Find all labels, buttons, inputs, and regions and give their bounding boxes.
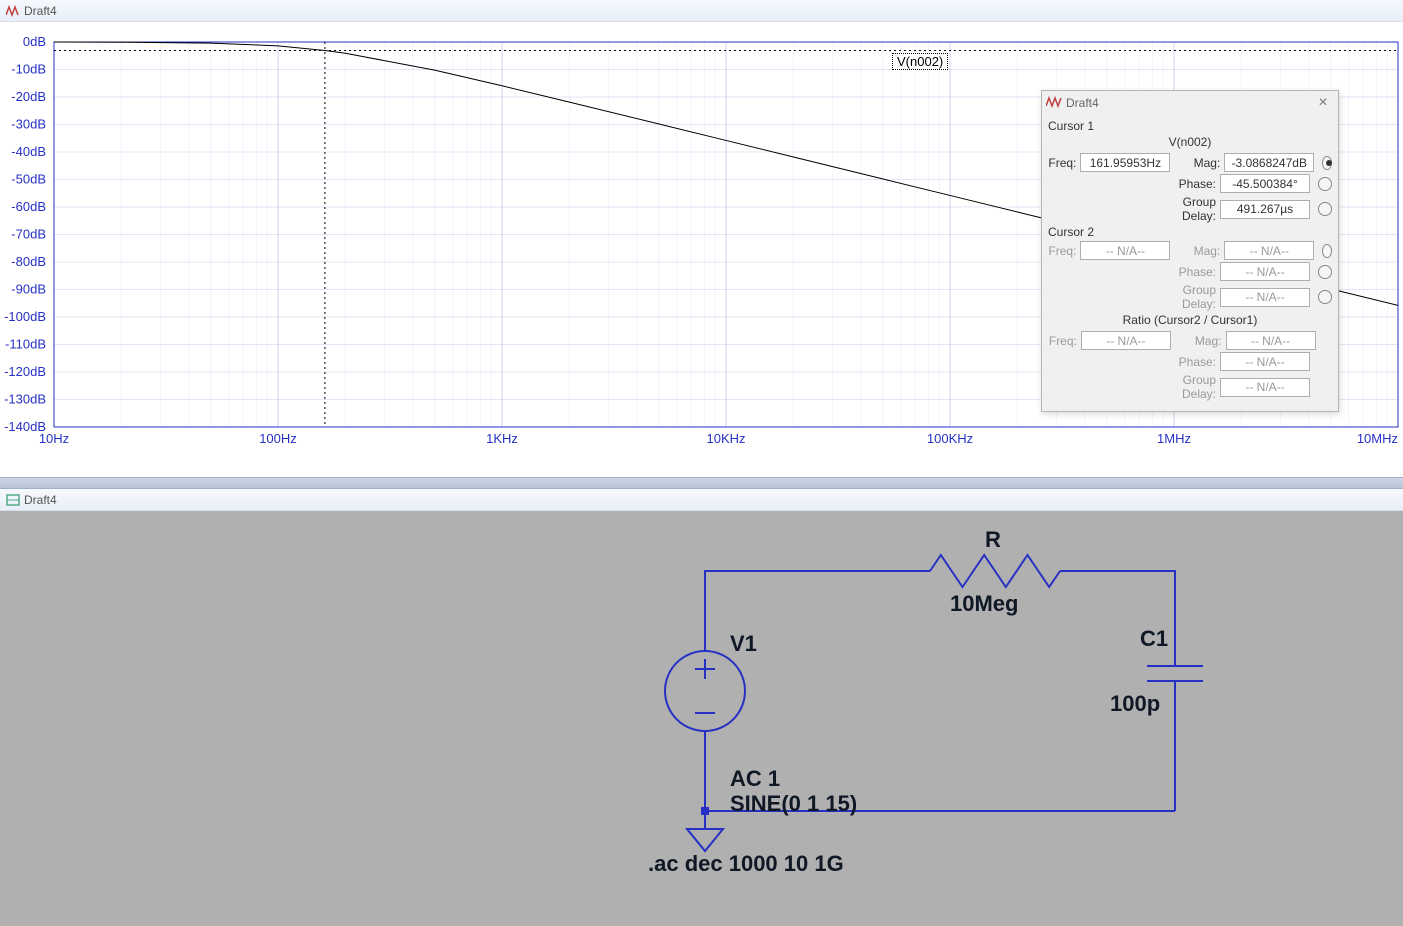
svg-text:-40dB: -40dB <box>11 144 46 159</box>
svg-text:R: R <box>985 527 1001 552</box>
app-root: Draft4 0dB -10dB -20dB -30dB -40dB -50dB -60dB… <box>0 0 1403 926</box>
phase-label: Phase: <box>1148 177 1220 191</box>
cursor-window-titlebar[interactable]: Draft4 × <box>1042 91 1338 115</box>
svg-text:-90dB: -90dB <box>11 282 46 297</box>
cursor2-heading: Cursor 2 <box>1048 225 1332 239</box>
waveform-icon <box>1046 96 1062 110</box>
svg-text:-50dB: -50dB <box>11 172 46 187</box>
svg-text:-130dB: -130dB <box>4 392 46 407</box>
cursor1-phase-input[interactable] <box>1220 174 1310 193</box>
trace-label[interactable]: V(n002) <box>892 53 948 70</box>
svg-text:10Hz: 10Hz <box>39 431 69 446</box>
plot-panel: 0dB -10dB -20dB -30dB -40dB -50dB -60dB -70dB -8… <box>0 22 1403 477</box>
phase-label: Phase: <box>1148 265 1220 279</box>
cursor-window[interactable]: Draft4 × Cursor 1 V(n002) Freq: Mag: <box>1041 90 1339 412</box>
svg-text:1MHz: 1MHz <box>1157 431 1191 446</box>
svg-text:0dB: 0dB <box>23 34 46 49</box>
cursor1-signal: V(n002) <box>1048 135 1332 149</box>
ratio-phase-input <box>1220 352 1310 371</box>
svg-text:1KHz: 1KHz <box>486 431 518 446</box>
svg-text:V1: V1 <box>730 631 757 656</box>
freq-label: Freq: <box>1048 156 1080 170</box>
cursor2-gd-radio[interactable] <box>1318 290 1332 304</box>
svg-text:-120dB: -120dB <box>4 364 46 379</box>
mag-label: Mag: <box>1176 244 1224 258</box>
cursor1-gd-input[interactable] <box>1220 200 1310 219</box>
schematic-panel-title: Draft4 <box>24 493 57 507</box>
ratio-gd-input <box>1220 378 1310 397</box>
svg-text:10KHz: 10KHz <box>706 431 745 446</box>
cursor1-freq-input[interactable] <box>1080 153 1170 172</box>
plot-panel-header[interactable]: Draft4 <box>0 0 1403 22</box>
close-icon[interactable]: × <box>1312 94 1334 112</box>
svg-text:-80dB: -80dB <box>11 254 46 269</box>
ratio-mag-input <box>1226 331 1316 350</box>
splitter-bar[interactable] <box>0 477 1403 489</box>
gd-label: Group Delay: <box>1148 373 1220 401</box>
svg-text:AC 1: AC 1 <box>730 766 780 791</box>
svg-text:-20dB: -20dB <box>11 89 46 104</box>
cursor1-phase-radio[interactable] <box>1318 177 1332 191</box>
cursor-window-body: Cursor 1 V(n002) Freq: Mag: Phase: <box>1042 115 1338 411</box>
schematic-canvas[interactable]: R 10Meg V1 C1 100p AC 1SINE(0 1 15) .ac dec 10… <box>0 511 1403 926</box>
svg-text:-30dB: -30dB <box>11 117 46 132</box>
cursor1-mag-input[interactable] <box>1224 153 1314 172</box>
ratio-heading: Ratio (Cursor2 / Cursor1) <box>1048 313 1332 327</box>
cursor1-mag-radio[interactable] <box>1322 156 1332 170</box>
svg-text:-70dB: -70dB <box>11 227 46 242</box>
phase-label: Phase: <box>1148 355 1220 369</box>
cursor2-freq-input[interactable] <box>1080 241 1170 260</box>
cursor2-mag-radio[interactable] <box>1322 244 1332 258</box>
cursor2-phase-radio[interactable] <box>1318 265 1332 279</box>
svg-text:-10dB: -10dB <box>11 62 46 77</box>
plot-panel-title: Draft4 <box>24 4 57 18</box>
freq-label: Freq: <box>1048 334 1081 348</box>
mag-label: Mag: <box>1176 156 1224 170</box>
cursor2-mag-input[interactable] <box>1224 241 1314 260</box>
schematic-panel: Draft4 R 10Meg V1 C1 100p AC 1SINE(0 1 15) .ac… <box>0 489 1403 926</box>
svg-text:SINE(0 1 15): SINE(0 1 15) <box>730 791 857 816</box>
cursor-window-title: Draft4 <box>1066 96 1312 110</box>
svg-text:C1: C1 <box>1140 626 1168 651</box>
svg-text:10Meg: 10Meg <box>950 591 1018 616</box>
svg-text:-60dB: -60dB <box>11 199 46 214</box>
freq-label: Freq: <box>1048 244 1080 258</box>
schematic-panel-header[interactable]: Draft4 <box>0 489 1403 511</box>
mag-label: Mag: <box>1177 334 1226 348</box>
cursor2-gd-input[interactable] <box>1220 288 1310 307</box>
svg-text:100KHz: 100KHz <box>927 431 973 446</box>
gd-label: Group Delay: <box>1148 283 1220 311</box>
ratio-freq-input <box>1081 331 1171 350</box>
cursor1-gd-radio[interactable] <box>1318 202 1332 216</box>
plot-area[interactable]: 0dB -10dB -20dB -30dB -40dB -50dB -60dB -70dB -8… <box>0 22 1403 455</box>
svg-text:-100dB: -100dB <box>4 309 46 324</box>
svg-text:100Hz: 100Hz <box>259 431 297 446</box>
svg-text:.ac dec 1000 10 1G: .ac dec 1000 10 1G <box>648 851 844 876</box>
cursor1-heading: Cursor 1 <box>1048 119 1332 133</box>
svg-text:100p: 100p <box>1110 691 1160 716</box>
waveform-icon <box>6 5 20 17</box>
cursor2-phase-input[interactable] <box>1220 262 1310 281</box>
gd-label: Group Delay: <box>1148 195 1220 223</box>
schematic-icon <box>6 494 20 506</box>
svg-text:-110dB: -110dB <box>5 337 46 352</box>
svg-text:10MHz: 10MHz <box>1357 431 1398 446</box>
